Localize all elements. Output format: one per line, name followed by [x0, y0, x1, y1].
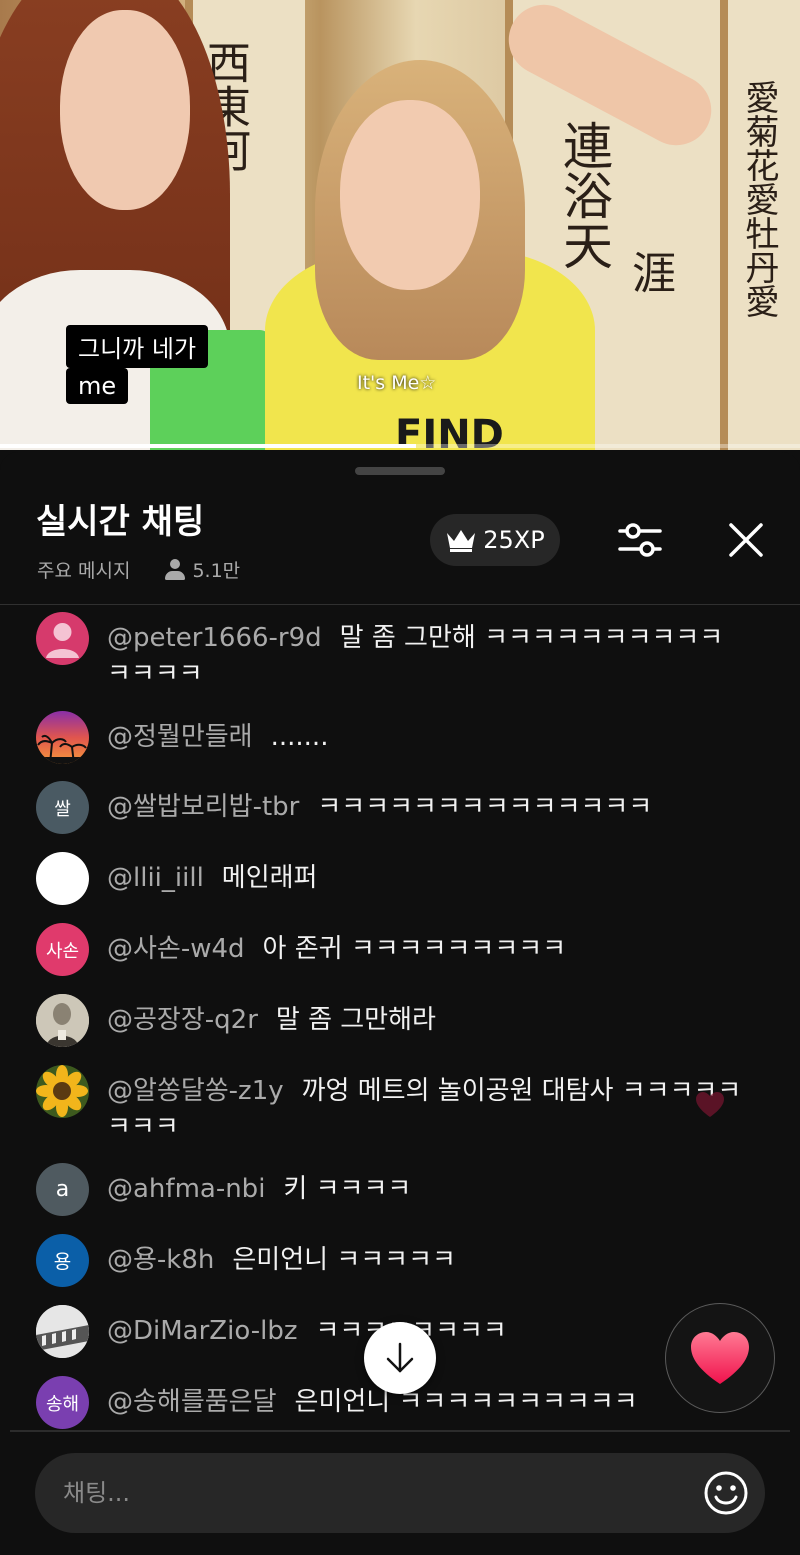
like-heart-button[interactable]	[665, 1303, 775, 1413]
avatar[interactable]	[36, 612, 89, 665]
chat-message[interactable]: a @ahfma-nbi 키 ㅋㅋㅋㅋ	[36, 1163, 766, 1216]
chat-message[interactable]: 용 @용-k8h 은미언니 ㅋㅋㅋㅋㅋ	[36, 1234, 766, 1287]
close-icon	[729, 523, 763, 557]
filter-button[interactable]	[614, 514, 666, 566]
chat-input-bar	[35, 1453, 765, 1533]
panel-title: 실시간 채팅	[36, 502, 205, 542]
chat-mode-label[interactable]: 주요 메시지	[37, 556, 130, 583]
default-avatar-icon	[46, 623, 79, 658]
message-text: 은미언니 ㅋㅋㅋㅋㅋㅋㅋㅋㅋㅋ	[294, 1387, 638, 1417]
arrow-down-icon	[386, 1342, 414, 1373]
chat-message[interactable]: 쌀 @쌀밥보리밥-tbr ㅋㅋㅋㅋㅋㅋㅋㅋㅋㅋㅋㅋㅋㅋ	[36, 781, 766, 834]
calligraphy: 愛菊花愛牡丹愛	[739, 80, 779, 318]
message-author[interactable]: @송해를품은달	[107, 1387, 277, 1417]
chat-message[interactable]: @정뭘만들래.......	[36, 711, 766, 764]
message-text: ㅋㅋㅋㅋㅋㅋㅋㅋㅋㅋㅋㅋㅋㅋ	[317, 792, 653, 822]
avatar[interactable]	[36, 852, 89, 905]
person-left-face	[60, 10, 190, 210]
crown-icon	[447, 530, 476, 552]
viewer-count: 5.1만	[164, 556, 240, 583]
message-text: 아 존귀 ㅋㅋㅋㅋㅋㅋㅋㅋㅋ	[262, 934, 567, 964]
avatar[interactable]: 송해	[36, 1376, 89, 1429]
message-author[interactable]: @DiMarZio-lbz	[107, 1316, 297, 1346]
message-author[interactable]: @쌀밥보리밥-tbr	[107, 792, 299, 822]
viewer-count-value: 5.1만	[192, 560, 241, 582]
message-text: 키 ㅋㅋㅋㅋ	[283, 1174, 412, 1204]
avatar[interactable]	[36, 1065, 89, 1118]
person-icon	[164, 558, 186, 581]
progress-bar[interactable]	[0, 444, 800, 448]
avatar[interactable]	[36, 994, 89, 1047]
chat-input[interactable]	[63, 1479, 663, 1507]
photo-avatar-icon	[36, 1305, 89, 1358]
message-text: 은미언니 ㅋㅋㅋㅋㅋ	[232, 1245, 456, 1275]
message-text: 말 좀 그만해라	[275, 1005, 436, 1035]
message-text: .......	[270, 722, 329, 752]
calligraphy: 涯	[624, 250, 675, 294]
calligraphy: 連浴天	[555, 120, 613, 270]
avatar[interactable]: a	[36, 1163, 89, 1216]
message-author[interactable]: @용-k8h	[107, 1245, 214, 1275]
avatar[interactable]: 사손	[36, 923, 89, 976]
header-divider	[0, 604, 800, 605]
close-button[interactable]	[720, 514, 772, 566]
portrait-avatar-icon	[36, 994, 89, 1047]
message-author[interactable]: @알쏭달쏭-z1y	[107, 1076, 284, 1106]
avatar[interactable]	[36, 711, 89, 764]
person-right-face	[340, 100, 480, 290]
chat-message[interactable]: @llii_iill 메인래퍼	[36, 852, 766, 905]
chat-message[interactable]: @공장장-q2r 말 좀 그만해라	[36, 994, 766, 1047]
subtitle-line-1: 그니까 네가	[66, 325, 209, 368]
subtitle-line-2: me	[66, 368, 129, 404]
heart-icon	[691, 1332, 749, 1384]
avatar[interactable]: 쌀	[36, 781, 89, 834]
palm-tree-avatar-icon	[36, 734, 89, 764]
message-author[interactable]: @peter1666-r9d	[107, 623, 322, 653]
drag-handle[interactable]	[355, 467, 445, 475]
avatar[interactable]	[36, 1305, 89, 1358]
chat-message[interactable]: @peter1666-r9d 말 좀 그만해 ㅋㅋㅋㅋㅋㅋㅋㅋㅋㅋㅋㅋㅋㅋ	[36, 612, 766, 692]
tune-icon	[618, 523, 662, 557]
input-divider	[10, 1430, 790, 1432]
scroll-to-bottom-button[interactable]	[364, 1322, 436, 1394]
message-author[interactable]: @llii_iill	[107, 863, 204, 893]
video-player[interactable]: 西東河 連浴天 涯 愛菊花愛牡丹愛 FIND 그니까 네가 me It's Me…	[0, 0, 800, 450]
message-author[interactable]: @정뭘만들래	[107, 722, 253, 752]
video-caption: It's Me☆	[357, 372, 437, 394]
message-author[interactable]: @공장장-q2r	[107, 1005, 258, 1035]
progress-fill	[0, 444, 416, 448]
smiley-icon[interactable]	[703, 1470, 749, 1516]
xp-label: 25XP	[483, 526, 545, 554]
chat-subtitle: 주요 메시지 5.1만	[37, 556, 240, 583]
message-author[interactable]: @사손-w4d	[107, 934, 245, 964]
floating-heart-icon	[696, 1092, 724, 1117]
message-author[interactable]: @ahfma-nbi	[107, 1174, 265, 1204]
sunflower-avatar-icon	[36, 1065, 88, 1117]
chat-message[interactable]: @알쏭달쏭-z1y 까엉 메트의 놀이공원 대탐사 ㅋㅋㅋㅋㅋㅋㅋㅋ	[36, 1065, 766, 1145]
message-text: 메인래퍼	[221, 863, 318, 893]
xp-button[interactable]: 25XP	[430, 514, 560, 566]
chat-message[interactable]: 사손 @사손-w4d 아 존귀 ㅋㅋㅋㅋㅋㅋㅋㅋㅋ	[36, 923, 766, 976]
avatar[interactable]: 용	[36, 1234, 89, 1287]
